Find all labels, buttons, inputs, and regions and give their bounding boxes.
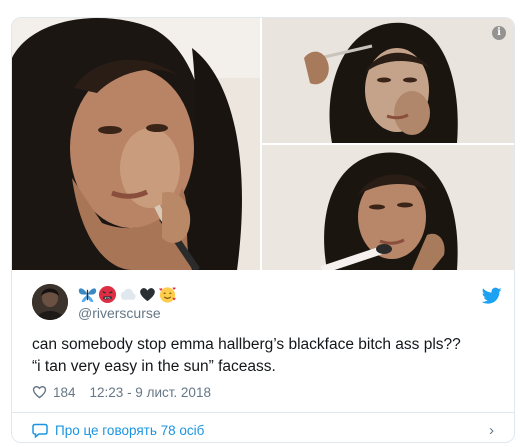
tweet-card[interactable]: i #!% @riverscurse can somebody stop emm… bbox=[11, 17, 515, 443]
svg-text:#!%: #!% bbox=[104, 295, 111, 299]
tweet-photo-1[interactable] bbox=[12, 18, 260, 270]
tweet-header: #!% @riverscurse bbox=[32, 283, 502, 323]
butterfly-icon bbox=[78, 287, 97, 302]
angry-face-icon: #!% bbox=[98, 285, 117, 303]
tweet-text: can somebody stop emma hallberg’s blackf… bbox=[32, 334, 502, 378]
speech-bubble-icon bbox=[32, 423, 48, 438]
divider bbox=[12, 412, 514, 413]
heart-icon[interactable] bbox=[32, 385, 47, 399]
cloud-icon bbox=[120, 288, 136, 300]
like-count[interactable]: 184 bbox=[53, 385, 76, 400]
info-icon[interactable]: i bbox=[492, 26, 506, 40]
tweet-timestamp[interactable]: 12:23 - 9 лист. 2018 bbox=[90, 385, 211, 400]
conversation-link-label[interactable]: Про це говорять 78 осіб bbox=[55, 423, 204, 438]
tweet-meta: 184 12:23 - 9 лист. 2018 bbox=[32, 382, 211, 402]
tweet-text-line: “i tan very easy in the sun” faceass. bbox=[32, 358, 276, 375]
tweet-photo-2[interactable]: i bbox=[262, 18, 514, 143]
black-heart-icon bbox=[140, 287, 155, 301]
tweet-photo-3[interactable] bbox=[262, 145, 514, 270]
tweet-media-grid[interactable]: i bbox=[12, 18, 514, 270]
user-handle[interactable]: @riverscurse bbox=[78, 305, 161, 321]
tweet-text-line: can somebody stop emma hallberg’s blackf… bbox=[32, 336, 461, 353]
smiling-face-with-hearts-icon bbox=[159, 286, 176, 303]
chevron-right-icon[interactable]: › bbox=[489, 422, 494, 439]
user-display-name[interactable]: #!% bbox=[78, 284, 177, 304]
avatar[interactable] bbox=[32, 284, 68, 320]
conversation-link[interactable]: Про це говорять 78 осіб › bbox=[32, 419, 494, 441]
twitter-bird-icon[interactable] bbox=[482, 287, 502, 305]
